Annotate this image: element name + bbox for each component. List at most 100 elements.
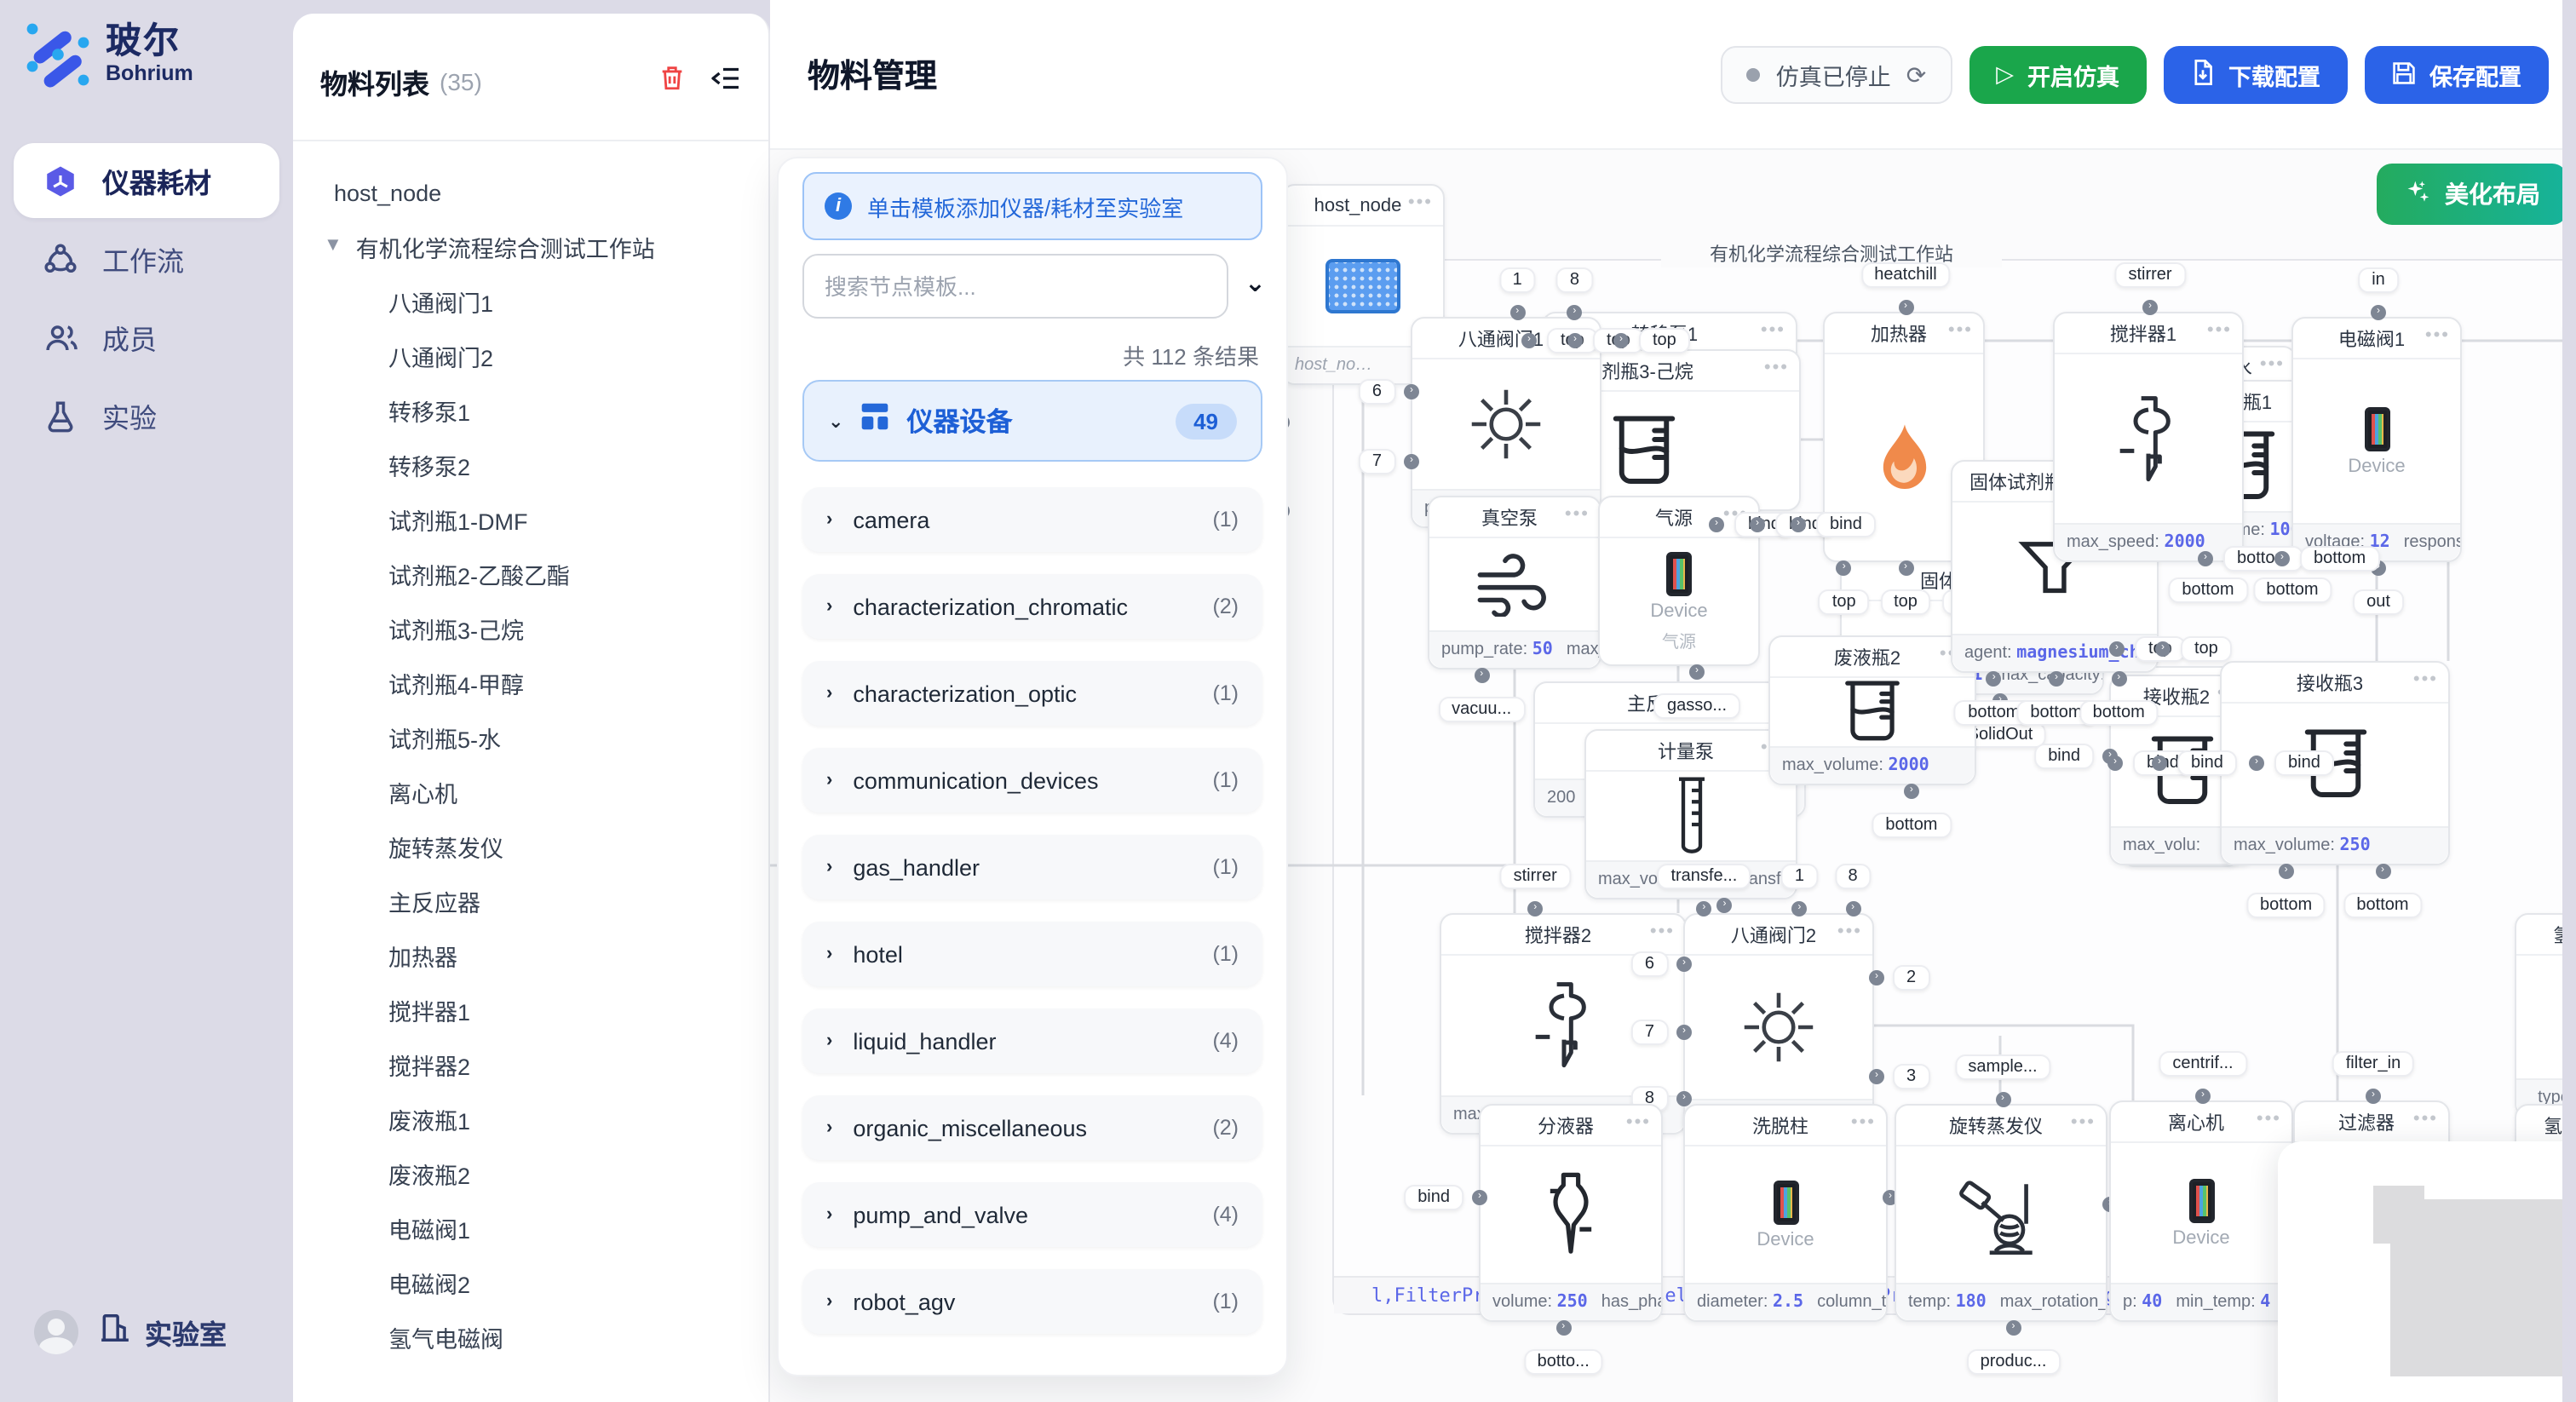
page-scrollbar[interactable] (2562, 0, 2576, 1402)
node-menu-icon[interactable]: ••• (2425, 325, 2450, 346)
port-handle[interactable]: › (1613, 333, 1629, 348)
start-simulation-button[interactable]: ▷ 开启仿真 (1969, 46, 2147, 104)
port-handle[interactable]: › (1472, 1190, 1487, 1205)
port-handle[interactable]: › (1709, 517, 1724, 532)
port-handle[interactable]: › (2375, 864, 2390, 879)
port-handle[interactable]: › (2249, 756, 2264, 771)
port-handle[interactable]: › (2107, 756, 2123, 771)
collapse-list-icon[interactable] (710, 64, 741, 100)
port-handle[interactable]: › (1845, 901, 1860, 916)
sidebar-item-1[interactable]: 仪器耗材 (14, 143, 279, 218)
user-avatar[interactable] (34, 1310, 78, 1354)
node-menu-icon[interactable]: ••• (2260, 354, 2285, 375)
node-menu-icon[interactable]: ••• (1650, 922, 1675, 942)
brand-logo[interactable]: 玻尔 Bohrium (24, 20, 193, 89)
beautify-layout-button[interactable]: 美化布局 (2377, 164, 2567, 225)
port-handle[interactable]: › (2111, 671, 2126, 687)
graph-node-真空泵[interactable]: 真空泵•••pump_rate: 50max_vacuum: 0.1vacuu.… (1428, 496, 1601, 669)
minimap[interactable] (2278, 1141, 2576, 1402)
port-handle[interactable]: › (1696, 901, 1711, 916)
graph-node-旋转蒸发仪[interactable]: 旋转蒸发仪•••temp: 180max_rotation_speed:samp… (1895, 1104, 2107, 1322)
tree-item[interactable]: 试剂瓶4-甲醇 (293, 656, 768, 710)
port-handle[interactable]: › (1555, 1320, 1571, 1336)
port-handle[interactable]: › (2371, 305, 2386, 320)
graph-node-洗脱柱[interactable]: 洗脱柱•••Devicediameter: 2.5column_type: si… (1683, 1104, 1888, 1322)
sidebar-item-4[interactable]: 实验 (14, 378, 279, 453)
tree-item[interactable]: 电磁阀2 (293, 1255, 768, 1310)
node-menu-icon[interactable]: ••• (1408, 192, 1433, 213)
template-item-characterization_optic[interactable]: ›characterization_optic(1) (802, 661, 1262, 726)
tree-item[interactable]: 废液瓶1 (293, 1092, 768, 1146)
node-menu-icon[interactable]: ••• (2413, 1109, 2438, 1129)
tree-item[interactable]: 搅拌器2 (293, 1037, 768, 1092)
node-menu-icon[interactable]: ••• (2207, 320, 2232, 341)
port-handle[interactable]: › (2195, 1089, 2211, 1104)
port-handle[interactable]: › (1509, 305, 1525, 320)
port-handle[interactable]: › (2198, 551, 2213, 566)
port-handle[interactable]: › (1676, 1024, 1692, 1039)
simulation-status-pill[interactable]: 仿真已停止 ⟳ (1722, 46, 1952, 104)
port-handle[interactable]: › (1898, 560, 1913, 576)
tree-item[interactable]: 旋转蒸发仪 (293, 819, 768, 874)
port-handle[interactable]: › (1987, 671, 2002, 687)
template-item-camera[interactable]: ›camera(1) (802, 487, 1262, 552)
tree-item[interactable]: 离心机 (293, 765, 768, 819)
tree-item[interactable]: 试剂瓶5-水 (293, 710, 768, 765)
template-item-pump_and_valve[interactable]: ›pump_and_valve(4) (802, 1182, 1262, 1247)
node-menu-icon[interactable]: ••• (1626, 1112, 1651, 1133)
port-handle[interactable]: › (2274, 551, 2290, 566)
search-input[interactable] (802, 254, 1228, 319)
template-item-gas_handler[interactable]: ›gas_handler(1) (802, 835, 1262, 899)
sidebar-item-2[interactable]: 工作流 (14, 221, 279, 296)
port-handle[interactable]: › (1869, 970, 1884, 985)
sidebar-item-3[interactable]: 成员 (14, 300, 279, 375)
node-menu-icon[interactable]: ••• (1764, 358, 1789, 378)
port-handle[interactable]: › (1527, 901, 1543, 916)
template-item-communication_devices[interactable]: ›communication_devices(1) (802, 748, 1262, 813)
save-config-button[interactable]: 保存配置 (2365, 46, 2549, 104)
port-handle[interactable]: › (1404, 385, 1419, 400)
port-handle[interactable]: › (2366, 1089, 2381, 1104)
port-handle[interactable]: › (1837, 560, 1852, 576)
port-handle[interactable]: › (1904, 784, 1919, 799)
tree-item[interactable]: 八通阀门2 (293, 329, 768, 383)
tree-item[interactable]: 转移泵2 (293, 438, 768, 492)
port-handle[interactable]: › (2109, 641, 2125, 657)
port-handle[interactable]: › (2049, 671, 2064, 687)
tree-item[interactable]: 废液瓶2 (293, 1146, 768, 1201)
port-handle[interactable]: › (1567, 333, 1583, 348)
tree-item-host-node[interactable]: host_node (293, 165, 768, 220)
node-menu-icon[interactable]: ••• (1948, 320, 1973, 341)
tree-item[interactable]: 主反应器 (293, 874, 768, 928)
tree-group-workstation[interactable]: ▼有机化学流程综合测试工作站 (293, 220, 768, 274)
port-handle[interactable]: › (1995, 1092, 2010, 1107)
sidebar-item-lab[interactable]: 实验室 (99, 1312, 227, 1353)
tree-item[interactable]: 加热器 (293, 928, 768, 983)
tree-item[interactable]: 转移泵1 (293, 383, 768, 438)
delete-icon[interactable] (658, 63, 687, 101)
port-handle[interactable]: › (1791, 517, 1806, 532)
graph-node-电磁阀1[interactable]: 电磁阀1•••Devicevoltage: 12response_time: 0… (2291, 317, 2462, 562)
port-handle[interactable]: › (2155, 641, 2171, 657)
port-handle[interactable]: › (2006, 1320, 2021, 1336)
port-handle[interactable]: › (2279, 864, 2294, 879)
port-handle[interactable]: › (1689, 664, 1705, 680)
tree-item[interactable]: 试剂瓶2-乙酸乙酯 (293, 547, 768, 601)
node-menu-icon[interactable]: ••• (2071, 1112, 2096, 1133)
port-handle[interactable]: › (1898, 300, 1913, 315)
node-menu-icon[interactable]: ••• (1837, 922, 1862, 942)
port-handle[interactable]: › (2152, 756, 2167, 771)
port-handle[interactable]: › (1676, 957, 1692, 972)
template-item-hotel[interactable]: ›hotel(1) (802, 922, 1262, 986)
port-handle[interactable]: › (1869, 1069, 1884, 1084)
category-equipment[interactable]: ⌄ 仪器设备 49 (802, 380, 1262, 462)
node-menu-icon[interactable]: ••• (1565, 504, 1590, 525)
tree-item[interactable]: 氢气电磁阀 (293, 1310, 768, 1351)
node-menu-icon[interactable]: ••• (1761, 320, 1785, 341)
template-item-robot_agv[interactable]: ›robot_agv(1) (802, 1269, 1262, 1334)
graph-node-搅拌器1[interactable]: 搅拌器1•••max_speed: 2000stirrer› (2053, 312, 2244, 562)
tree-item[interactable]: 搅拌器1 (293, 983, 768, 1037)
port-handle[interactable]: › (1567, 305, 1582, 320)
template-item-characterization_chromatic[interactable]: ›characterization_chromatic(2) (802, 574, 1262, 639)
port-handle[interactable]: › (1791, 901, 1807, 916)
